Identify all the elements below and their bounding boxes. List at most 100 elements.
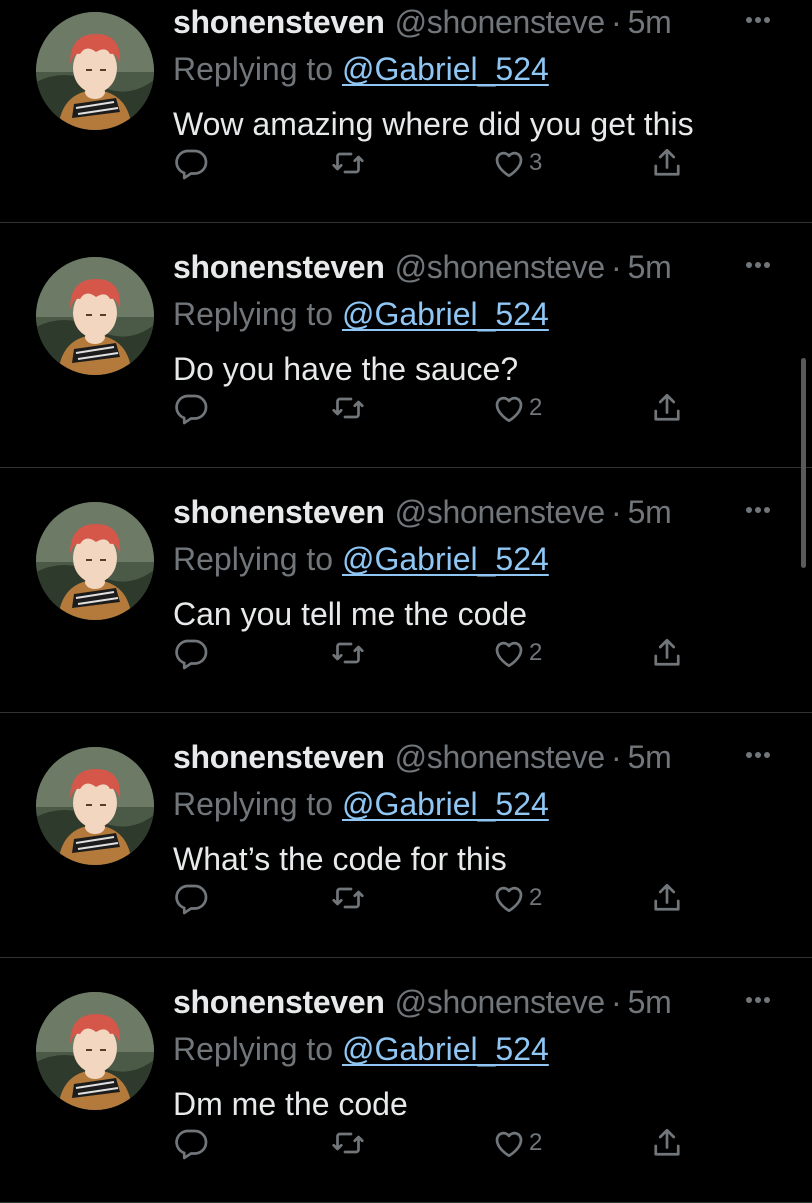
like-count: 3	[529, 149, 543, 176]
heart-icon	[491, 635, 527, 671]
mention-link[interactable]: @Gabriel_524	[342, 296, 549, 332]
mention-link[interactable]: @Gabriel_524	[342, 541, 549, 577]
share-icon	[649, 880, 685, 916]
share-button[interactable]	[649, 385, 685, 431]
speech-bubble-icon	[173, 1125, 209, 1161]
timestamp[interactable]: 5m	[628, 490, 672, 534]
display-name[interactable]: shonensteven	[173, 245, 385, 289]
display-name[interactable]: shonensteven	[173, 980, 385, 1024]
replying-to-label: Replying to	[173, 1031, 334, 1067]
reply-button[interactable]	[173, 140, 209, 186]
timestamp[interactable]: 5m	[628, 980, 672, 1024]
replying-to-label: Replying to	[173, 786, 334, 822]
more-dots-icon[interactable]	[738, 245, 778, 285]
separator: ·	[610, 249, 622, 285]
display-name[interactable]: shonensteven	[173, 0, 385, 44]
timestamp[interactable]: 5m	[628, 0, 672, 44]
like-button[interactable]: 2	[491, 875, 542, 921]
reply-button[interactable]	[173, 1120, 209, 1166]
retweet-icon	[329, 880, 367, 916]
heart-icon	[491, 390, 527, 426]
user-handle[interactable]: @shonensteve	[395, 245, 606, 289]
retweet-button[interactable]	[329, 140, 367, 186]
speech-bubble-icon	[173, 390, 209, 426]
share-icon	[649, 390, 685, 426]
replying-to-label: Replying to	[173, 296, 334, 332]
separator: ·	[610, 739, 622, 775]
separator: ·	[610, 984, 622, 1020]
like-button[interactable]: 2	[491, 630, 542, 676]
separator: ·	[610, 494, 622, 530]
reply-button[interactable]	[173, 630, 209, 676]
tweet[interactable]: shonensteven @shonensteve · 5m Replying …	[0, 958, 812, 1203]
mention-link[interactable]: @Gabriel_524	[342, 51, 549, 87]
like-button[interactable]: 2	[491, 385, 542, 431]
action-bar: 3	[173, 140, 693, 186]
heart-icon	[491, 880, 527, 916]
replying-to-line: Replying to @Gabriel_524	[173, 44, 782, 94]
heart-icon	[491, 145, 527, 181]
replying-to-line: Replying to @Gabriel_524	[173, 1024, 782, 1074]
avatar[interactable]	[36, 12, 154, 130]
like-button[interactable]: 3	[491, 140, 542, 186]
replying-to-line: Replying to @Gabriel_524	[173, 779, 782, 829]
replying-to-label: Replying to	[173, 541, 334, 577]
tweet-header: shonensteven @shonensteve · 5m	[173, 735, 782, 779]
speech-bubble-icon	[173, 145, 209, 181]
retweet-icon	[329, 145, 367, 181]
replying-to-line: Replying to @Gabriel_524	[173, 534, 782, 584]
avatar[interactable]	[36, 257, 154, 375]
tweet-content: shonensteven @shonensteve · 5m Replying …	[173, 980, 782, 1130]
tweet[interactable]: shonensteven @shonensteve · 5m Replying …	[0, 223, 812, 468]
avatar[interactable]	[36, 747, 154, 865]
mention-link[interactable]: @Gabriel_524	[342, 786, 549, 822]
reply-button[interactable]	[173, 385, 209, 431]
user-handle[interactable]: @shonensteve	[395, 735, 606, 779]
retweet-button[interactable]	[329, 875, 367, 921]
tweet[interactable]: shonensteven @shonensteve · 5m Replying …	[0, 468, 812, 713]
timestamp[interactable]: 5m	[628, 245, 672, 289]
avatar[interactable]	[36, 502, 154, 620]
user-handle[interactable]: @shonensteve	[395, 490, 606, 534]
share-icon	[649, 1125, 685, 1161]
speech-bubble-icon	[173, 635, 209, 671]
tweet-header: shonensteven @shonensteve · 5m	[173, 245, 782, 289]
retweet-icon	[329, 390, 367, 426]
retweet-button[interactable]	[329, 1120, 367, 1166]
speech-bubble-icon	[173, 880, 209, 916]
more-dots-icon[interactable]	[738, 735, 778, 775]
replying-to-label: Replying to	[173, 51, 334, 87]
separator: ·	[610, 4, 622, 40]
timestamp[interactable]: 5m	[628, 735, 672, 779]
retweet-button[interactable]	[329, 630, 367, 676]
more-dots-icon[interactable]	[738, 980, 778, 1020]
action-bar: 2	[173, 385, 693, 431]
share-button[interactable]	[649, 630, 685, 676]
display-name[interactable]: shonensteven	[173, 735, 385, 779]
user-handle[interactable]: @shonensteve	[395, 980, 606, 1024]
mention-link[interactable]: @Gabriel_524	[342, 1031, 549, 1067]
reply-button[interactable]	[173, 875, 209, 921]
retweet-icon	[329, 1125, 367, 1161]
avatar[interactable]	[36, 992, 154, 1110]
like-count: 2	[529, 394, 543, 421]
more-dots-icon[interactable]	[738, 0, 778, 40]
display-name[interactable]: shonensteven	[173, 490, 385, 534]
tweet-content: shonensteven @shonensteve · 5m Replying …	[173, 0, 782, 150]
action-bar: 2	[173, 630, 693, 676]
tweet[interactable]: shonensteven @shonensteve · 5m Replying …	[0, 713, 812, 958]
like-count: 2	[529, 639, 543, 666]
tweet-content: shonensteven @shonensteve · 5m Replying …	[173, 490, 782, 640]
share-icon	[649, 635, 685, 671]
user-handle[interactable]: @shonensteve	[395, 0, 606, 44]
share-button[interactable]	[649, 875, 685, 921]
retweet-button[interactable]	[329, 385, 367, 431]
share-button[interactable]	[649, 1120, 685, 1166]
tweet[interactable]: shonensteven @shonensteve · 5m Replying …	[0, 0, 812, 223]
like-button[interactable]: 2	[491, 1120, 542, 1166]
share-button[interactable]	[649, 140, 685, 186]
tweet-content: shonensteven @shonensteve · 5m Replying …	[173, 245, 782, 395]
scrollbar[interactable]	[801, 358, 806, 568]
replying-to-line: Replying to @Gabriel_524	[173, 289, 782, 339]
more-dots-icon[interactable]	[738, 490, 778, 530]
